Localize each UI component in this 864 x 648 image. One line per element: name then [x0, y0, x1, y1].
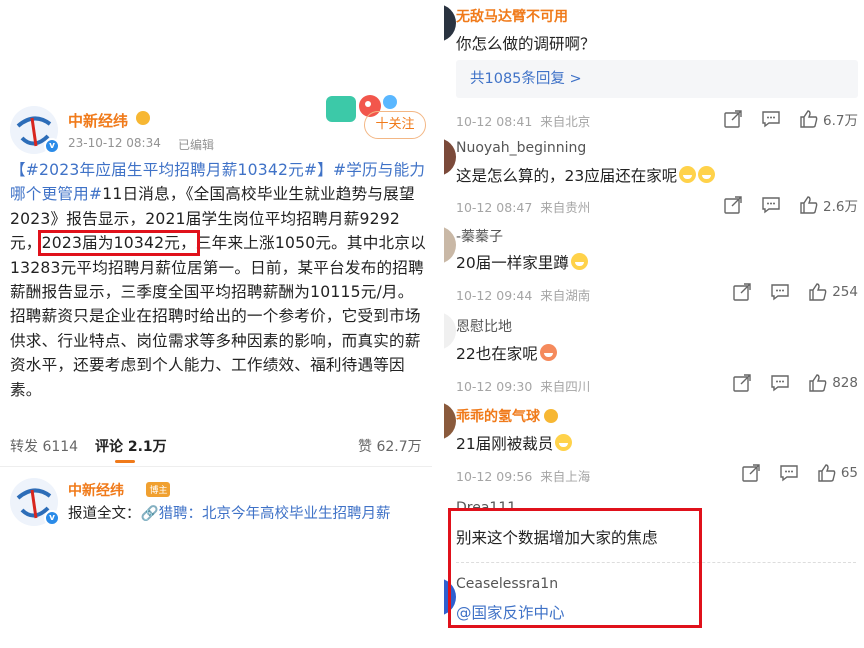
comment-meta: 10-12 08:47 来自贵州 — [456, 197, 590, 216]
comment-text-content: 20届一样家里蹲 — [456, 254, 569, 272]
comment-tab-underline — [115, 460, 135, 463]
commenter-avatar[interactable] — [444, 4, 456, 42]
blogger-badge: 博主 — [146, 482, 171, 497]
comment-actions: 2.6万 — [723, 195, 858, 215]
highlight-box — [448, 508, 702, 628]
article-link[interactable]: 猎聘：北京今年高校毕业生招聘月薪 — [159, 506, 391, 522]
crown-icon — [544, 409, 558, 423]
commenter-name[interactable]: -蓁蓁子 — [456, 226, 503, 246]
commenter-name[interactable]: 恩慰比地 — [456, 316, 512, 336]
comment-actions: 254 — [732, 282, 858, 302]
commenter-avatar[interactable] — [444, 312, 456, 350]
verified-icon: v — [44, 138, 60, 154]
sweat-emoji-icon — [555, 434, 573, 451]
weibo-post-panel: v 中新经纬 23-10-12 08:34 已编辑 十关注 【#2023年应届生… — [0, 0, 432, 648]
like-icon[interactable] — [808, 373, 828, 393]
commenter-name[interactable]: 无敌马达臂不可用 — [456, 6, 568, 26]
comment-time: 10-12 09:56 — [456, 469, 533, 484]
comment-location: 来自北京 — [540, 114, 591, 129]
comment-meta: 10-12 08:41 来自北京 — [456, 111, 590, 130]
post-time: 23-10-12 08:34 — [68, 136, 161, 150]
comment-text: 20届一样家里蹲 — [456, 251, 588, 273]
reply-body-prefix: 报道全文： — [68, 506, 141, 522]
topic-link-salary[interactable]: 【#2023年应届生平均招聘月薪10342元#】 — [10, 161, 333, 179]
reply-icon[interactable] — [761, 109, 781, 129]
reply-author-row: 中新经纬 博主 — [68, 480, 171, 500]
panel-gap — [432, 0, 444, 648]
post-action-bar: 转发 6114 评论 2.1万 赞 62.7万 — [0, 430, 432, 464]
comment-location: 来自贵州 — [540, 200, 591, 215]
like-icon[interactable] — [808, 282, 828, 302]
share-icon[interactable] — [732, 373, 752, 393]
reply-icon[interactable] — [770, 282, 790, 302]
like-count: 254 — [832, 284, 858, 300]
comment-time: 10-12 08:41 — [456, 114, 533, 129]
share-icon[interactable] — [732, 282, 752, 302]
post-body-text-2: 三年来上涨1050元。其中北京以13283元平均招聘月薪位居第一。日前，某平台发… — [10, 234, 426, 399]
like-count: 2.6万 — [823, 199, 858, 215]
like-count: 65 — [840, 465, 858, 481]
comment-location: 来自上海 — [540, 469, 591, 484]
share-icon[interactable] — [723, 195, 743, 215]
like-count: 6.7万 — [823, 113, 858, 129]
like-icon[interactable] — [799, 109, 819, 129]
screenshot-composite: v 中新经纬 23-10-12 08:34 已编辑 十关注 【#2023年应届生… — [0, 0, 864, 648]
comment-location: 来自湖南 — [540, 288, 591, 303]
comment-text: 你怎么做的调研啊？ — [456, 35, 596, 53]
comment-meta: 10-12 09:56 来自上海 — [456, 466, 590, 485]
reply-author-name[interactable]: 中新经纬 — [68, 483, 124, 499]
commenter-name-text: 乖乖的氢气球 — [456, 409, 540, 425]
comment-meta: 10-12 09:30 来自四川 — [456, 376, 590, 395]
comment-text: 22也在家呢 — [456, 342, 557, 364]
comment-time: 10-12 08:47 — [456, 200, 533, 215]
like-count: 828 — [832, 375, 858, 391]
like-tab[interactable]: 赞 62.7万 — [358, 436, 422, 456]
author-name[interactable]: 中新经纬 — [68, 110, 128, 131]
comment-text: 这是怎么算的，23应届还在家呢 — [456, 164, 716, 186]
comment-actions: 6.7万 — [723, 109, 858, 129]
commenter-name[interactable]: 乖乖的氢气球 — [456, 406, 558, 426]
laugh-emoji-icon — [539, 344, 557, 361]
comment-actions: 65 — [741, 463, 858, 483]
comment-location: 来自四川 — [540, 379, 591, 394]
reply-icon[interactable] — [770, 373, 790, 393]
post-body: 【#2023年应届生平均招聘月薪10342元#】#学历与能力哪个更管用#11日消… — [10, 158, 426, 402]
share-icon[interactable] — [723, 109, 743, 129]
comment-meta: 10-12 09:44 来自湖南 — [456, 285, 590, 304]
like-icon[interactable] — [799, 195, 819, 215]
commenter-avatar[interactable] — [444, 138, 456, 176]
comment-text-content: 22也在家呢 — [456, 345, 538, 363]
crown-icon — [136, 111, 150, 125]
comment-time: 10-12 09:30 — [456, 379, 533, 394]
follow-button[interactable]: 十关注 — [364, 111, 426, 139]
verified-icon: v — [44, 510, 60, 526]
comment-tab[interactable]: 评论 2.1万 — [95, 436, 167, 456]
highlighted-salary-2023: 2023届为10342元， — [37, 230, 200, 257]
reply-icon[interactable] — [779, 463, 799, 483]
reply-body: 报道全文：🔗猎聘：北京今年高校毕业生招聘月薪 — [68, 502, 391, 523]
grin-emoji-icon — [698, 166, 716, 183]
comment-text: 21届刚被裁员 — [456, 432, 573, 454]
edited-label: 已编辑 — [178, 138, 215, 152]
share-icon[interactable] — [741, 463, 761, 483]
divider — [0, 466, 432, 467]
view-replies-button[interactable]: 共1085条回复 > — [456, 60, 858, 98]
comment-text-content: 这是怎么算的，23应届还在家呢 — [456, 167, 678, 185]
comment-time: 10-12 09:44 — [456, 288, 533, 303]
commenter-avatar[interactable] — [444, 402, 456, 440]
comment-text-content: 21届刚被裁员 — [456, 435, 554, 453]
link-icon: 🔗 — [140, 506, 159, 522]
commenter-name[interactable]: Nuoyah_beginning — [456, 140, 586, 156]
grin-emoji-icon — [679, 166, 697, 183]
comment-actions: 828 — [732, 373, 858, 393]
repost-tab[interactable]: 转发 6114 — [10, 436, 78, 456]
like-icon[interactable] — [817, 463, 837, 483]
commenter-avatar[interactable] — [444, 226, 456, 264]
comments-panel: 无敌马达臂不可用 你怎么做的调研啊？ 共1085条回复 > 10-12 08:4… — [444, 0, 864, 648]
reply-icon[interactable] — [761, 195, 781, 215]
smile-emoji-icon — [570, 253, 588, 270]
